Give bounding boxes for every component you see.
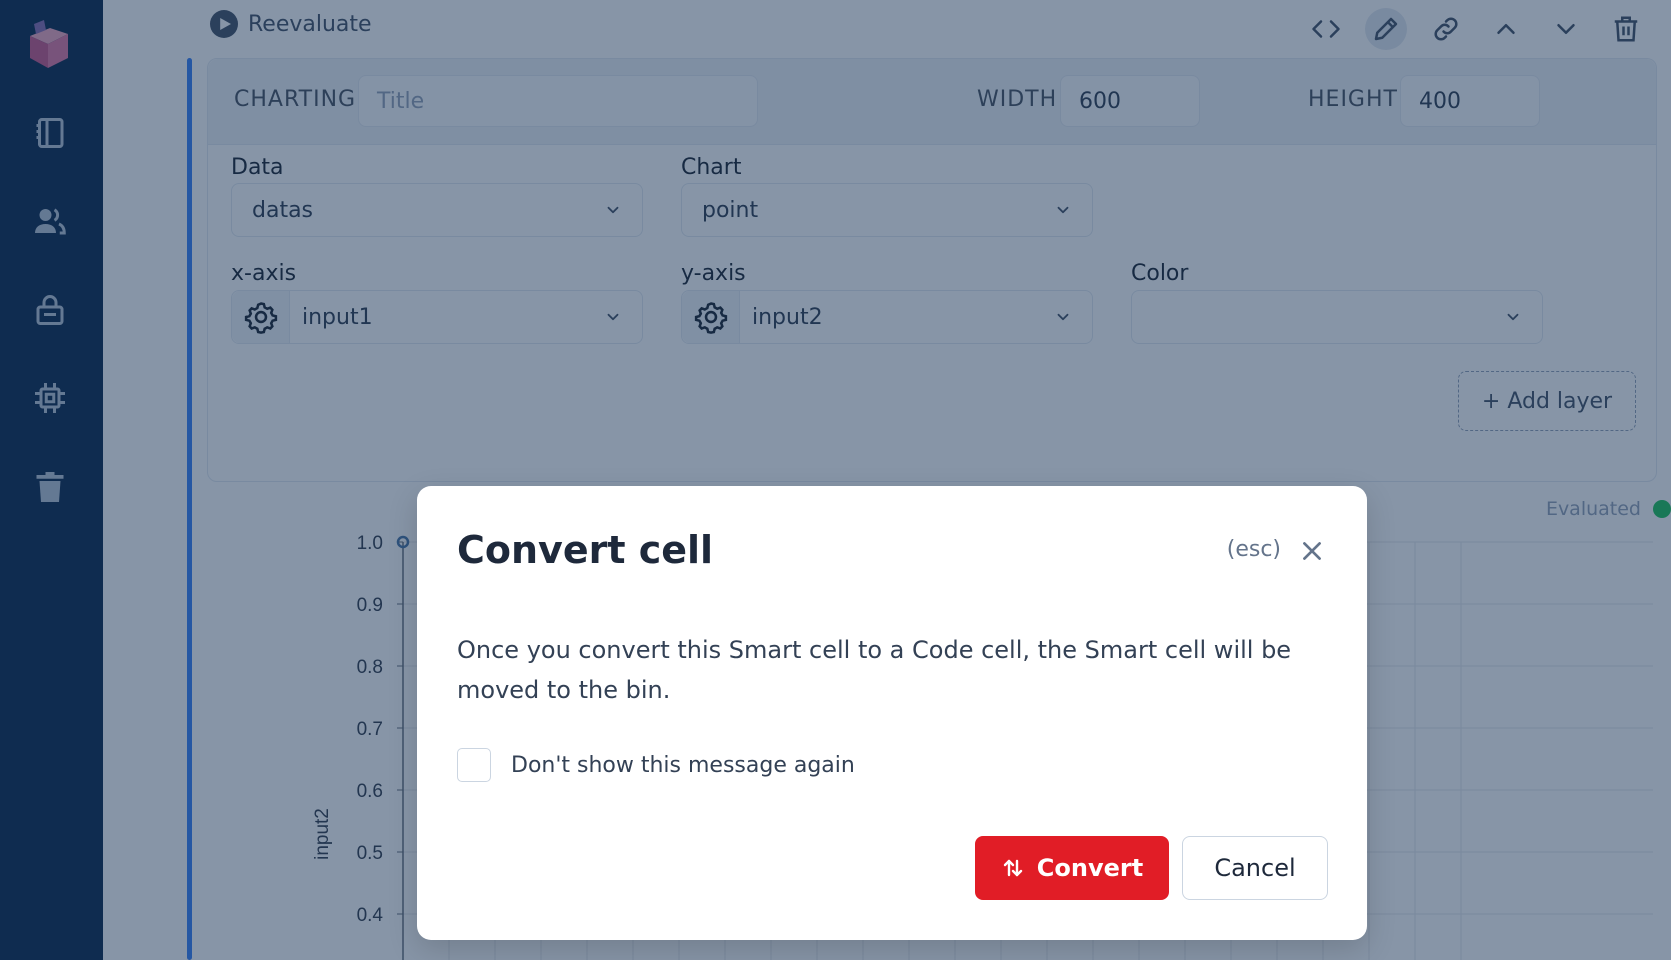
esc-hint: (esc) [1226,537,1281,562]
modal-title: Convert cell [457,528,714,572]
arrows-up-down-icon [1003,859,1022,877]
dont-show-again-checkbox[interactable] [457,748,491,782]
cancel-button[interactable]: Cancel [1182,836,1328,900]
dont-show-again-row: Don't show this message again [457,748,855,782]
dont-show-again-label: Don't show this message again [511,752,855,778]
modal-message: Once you convert this Smart cell to a Co… [457,636,1292,704]
convert-button[interactable]: Convert [975,836,1169,900]
convert-label: Convert [1036,854,1144,882]
convert-cell-modal: Convert cell (esc) Once you convert this… [417,486,1367,940]
close-icon[interactable] [1295,534,1329,568]
